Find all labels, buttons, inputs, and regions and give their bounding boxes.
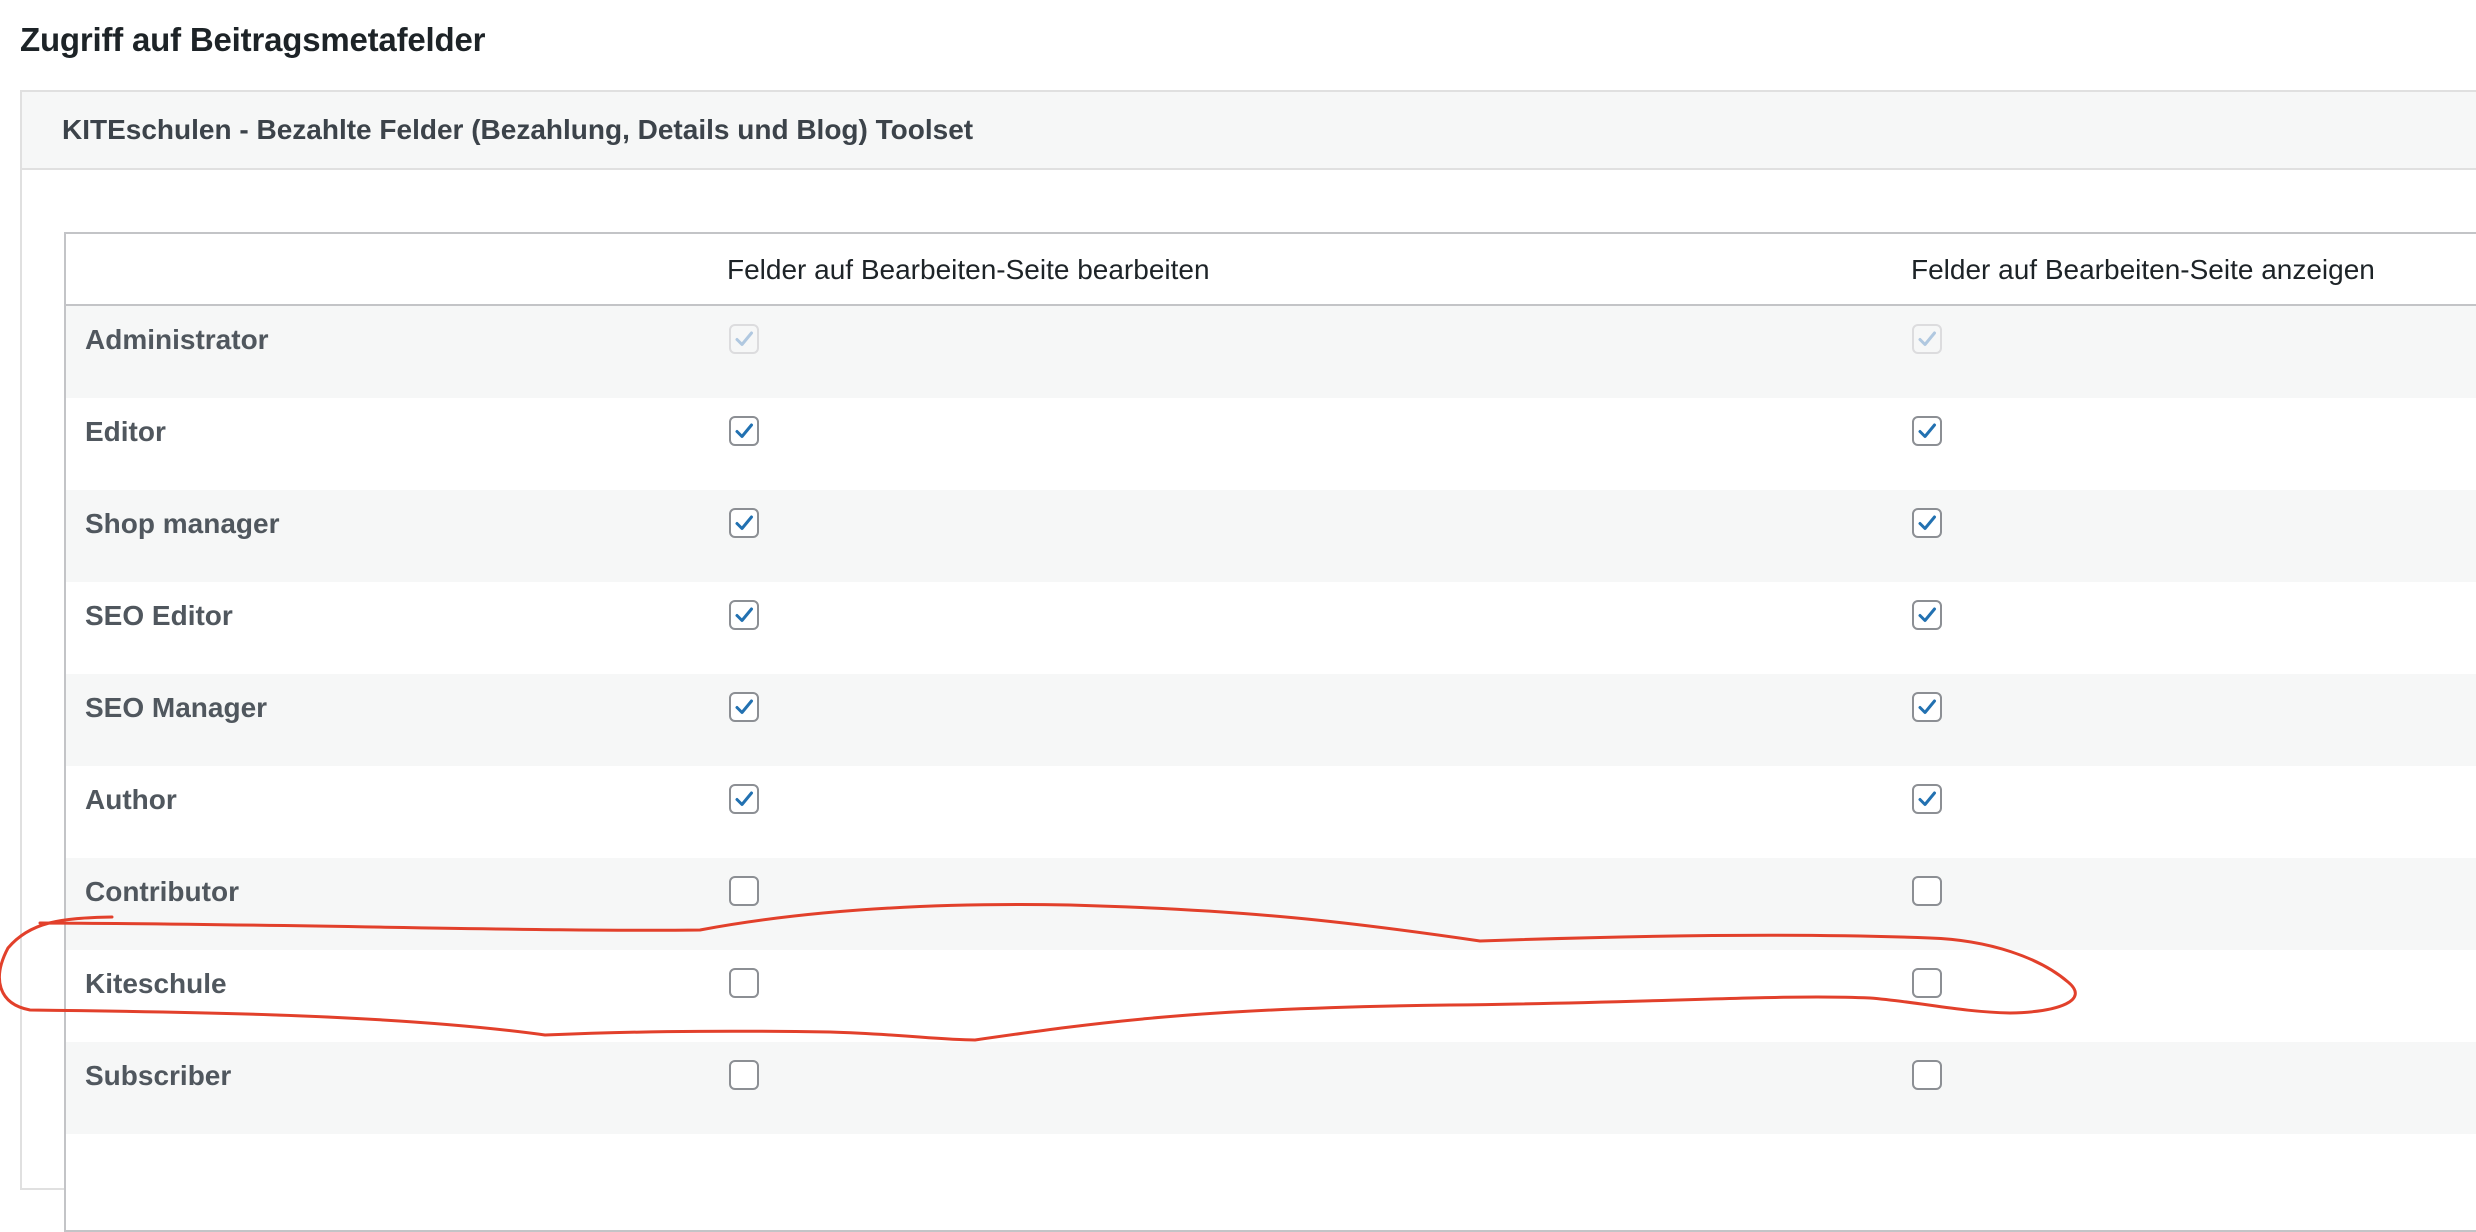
table-row: Contributor	[66, 858, 2476, 950]
role-label: Shop manager	[85, 508, 280, 539]
panel-title: KITEschulen - Bezahlte Felder (Bezahlung…	[62, 114, 974, 145]
checkmark-icon	[735, 331, 753, 346]
role-label: Editor	[85, 416, 166, 447]
checkmark-icon	[735, 423, 753, 438]
view-fields-checkbox[interactable]	[1912, 1060, 1942, 1090]
checkmark-icon	[735, 607, 753, 622]
checkmark-icon	[1918, 423, 1936, 438]
edit-fields-checkbox[interactable]	[729, 600, 759, 630]
table-row: Author	[66, 766, 2476, 858]
checkmark-icon	[1918, 331, 1936, 346]
edit-fields-checkbox[interactable]	[729, 876, 759, 906]
view-fields-checkbox	[1912, 324, 1942, 354]
view-fields-checkbox[interactable]	[1912, 968, 1942, 998]
edit-fields-checkbox[interactable]	[729, 968, 759, 998]
checkmark-icon	[735, 791, 753, 806]
edit-fields-checkbox[interactable]	[729, 784, 759, 814]
view-fields-checkbox[interactable]	[1912, 876, 1942, 906]
role-label: Author	[85, 784, 177, 815]
column-header-view-fields: Felder auf Bearbeiten-Seite anzeigen	[1911, 254, 2375, 285]
table-row: Administrator	[66, 306, 2476, 398]
permissions-table: Felder auf Bearbeiten-Seite bearbeiten F…	[64, 232, 2476, 1232]
table-row: Kiteschule	[66, 950, 2476, 1042]
table-row: Shop manager	[66, 490, 2476, 582]
edit-fields-checkbox[interactable]	[729, 508, 759, 538]
checkmark-icon	[1918, 607, 1936, 622]
role-label: Contributor	[85, 876, 239, 907]
panel-header: KITEschulen - Bezahlte Felder (Bezahlung…	[22, 92, 2476, 170]
checkmark-icon	[1918, 515, 1936, 530]
checkmark-icon	[735, 515, 753, 530]
role-label: Administrator	[85, 324, 269, 355]
checkmark-icon	[1918, 791, 1936, 806]
table-row: SEO Editor	[66, 582, 2476, 674]
view-fields-checkbox[interactable]	[1912, 600, 1942, 630]
edit-fields-checkbox	[729, 324, 759, 354]
table-row: Subscriber	[66, 1042, 2476, 1134]
table-header: Felder auf Bearbeiten-Seite bearbeiten F…	[66, 234, 2476, 306]
role-label: SEO Manager	[85, 692, 268, 723]
column-header-edit-fields: Felder auf Bearbeiten-Seite bearbeiten	[727, 254, 1210, 285]
checkmark-icon	[735, 699, 753, 714]
view-fields-checkbox[interactable]	[1912, 416, 1942, 446]
field-group-panel: KITEschulen - Bezahlte Felder (Bezahlung…	[20, 90, 2476, 1232]
view-fields-checkbox[interactable]	[1912, 784, 1942, 814]
view-fields-checkbox[interactable]	[1912, 508, 1942, 538]
edit-fields-checkbox[interactable]	[729, 416, 759, 446]
table-body: Administrator Editor Shop manager SEO Edito…	[66, 306, 2476, 1134]
edit-fields-checkbox[interactable]	[729, 692, 759, 722]
view-fields-checkbox[interactable]	[1912, 692, 1942, 722]
page-title: Zugriff auf Beitragsmetafelder	[20, 21, 486, 58]
checkmark-icon	[1918, 699, 1936, 714]
role-label: Subscriber	[85, 1060, 232, 1091]
table-row: SEO Manager	[66, 674, 2476, 766]
table-row: Editor	[66, 398, 2476, 490]
edit-fields-checkbox[interactable]	[729, 1060, 759, 1090]
role-label: Kiteschule	[85, 968, 227, 999]
role-label: SEO Editor	[85, 600, 233, 631]
